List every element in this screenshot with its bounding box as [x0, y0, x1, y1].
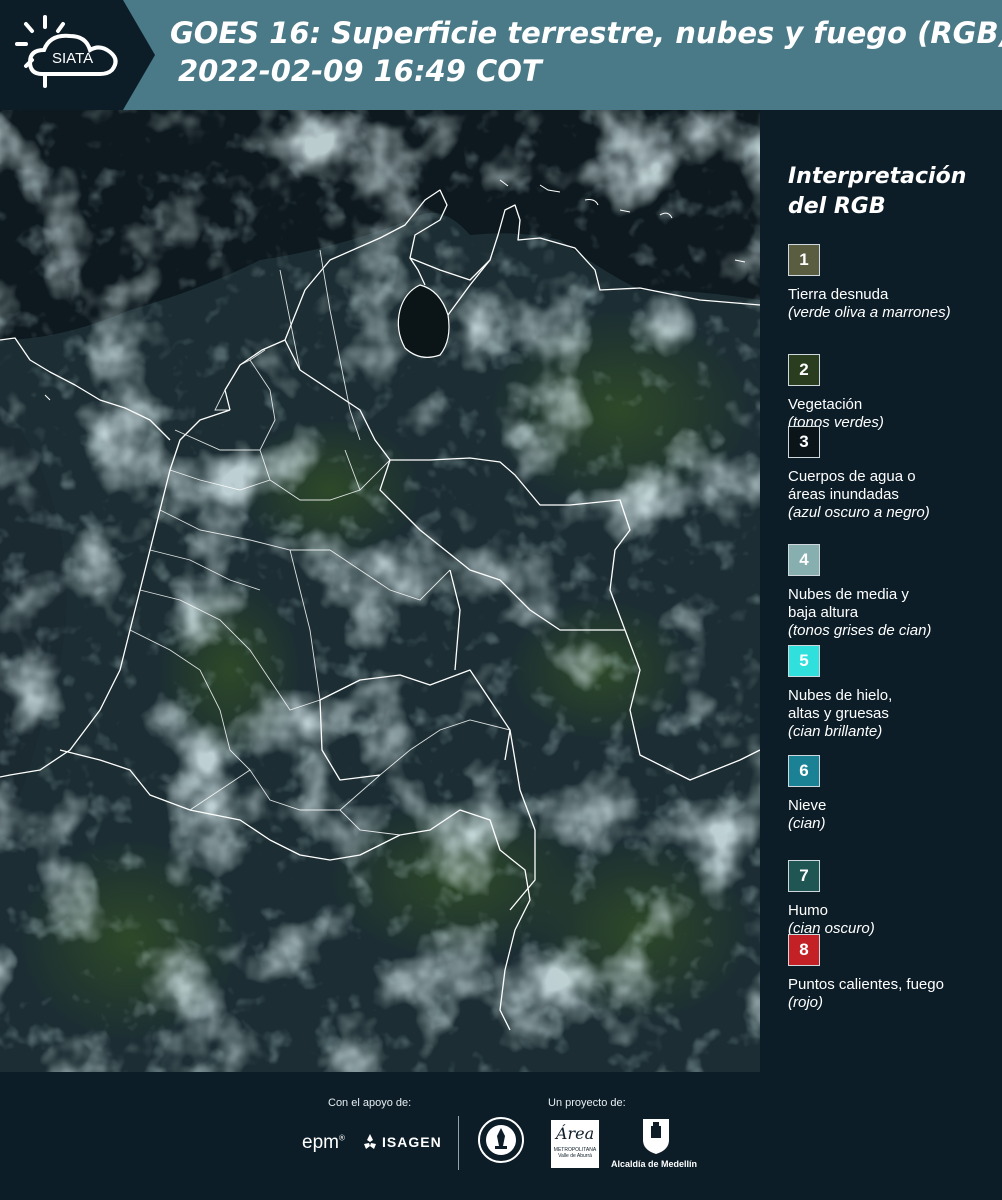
area-logo-sub2: Valle de Aburrá: [558, 1153, 592, 1159]
legend-description: (rojo): [788, 994, 824, 1011]
logo-text: SIATA: [52, 50, 93, 67]
legend-item: 5 Nubes de hielo, altas y gruesas (cian bri…: [788, 645, 998, 741]
legend-label-line: Cuerpos de agua o: [788, 468, 916, 485]
legend-title: Interpretación del RGB: [788, 162, 988, 222]
legend-label-line: Nieve: [788, 797, 827, 814]
legend-label-line: baja altura: [788, 604, 859, 621]
legend-label-line: Nubes de hielo,: [788, 687, 893, 704]
legend-label-line: Tierra desnuda: [788, 286, 889, 303]
epm-logo[interactable]: epm®: [302, 1132, 345, 1154]
legend-swatch: 5: [788, 645, 820, 677]
page-timestamp: 2022-02-09 16:49 COT: [178, 54, 542, 88]
isagen-logo[interactable]: ISAGEN: [360, 1132, 442, 1152]
legend-description: (cian): [788, 815, 826, 832]
legend-label-line: Nubes de media y: [788, 586, 909, 603]
legend-item: 7 Humo (cian oscuro): [788, 860, 998, 938]
legend-swatch: 4: [788, 544, 820, 576]
legend-label-line: altas y gruesas: [788, 705, 889, 722]
legend-swatch: 6: [788, 755, 820, 787]
legend-label: Tierra desnuda (verde oliva a marrones): [788, 286, 998, 322]
legend-label-line: áreas inundadas: [788, 486, 899, 503]
legend-label: Humo (cian oscuro): [788, 902, 998, 938]
footer: Con el apoyo de: Un proyecto de: epm® IS…: [0, 1072, 1002, 1200]
satellite-map[interactable]: [0, 110, 760, 1072]
legend-item: 6 Nieve (cian): [788, 755, 998, 833]
map-image: [0, 110, 760, 1072]
legend-label: Nieve (cian): [788, 797, 998, 833]
header: SIATA GOES 16: Superficie terrestre, nub…: [0, 0, 1002, 110]
legend-label: Puntos calientes, fuego (rojo): [788, 976, 998, 1012]
title-block: GOES 16: Superficie terrestre, nubes y f…: [170, 14, 1002, 90]
legend-label: Cuerpos de agua o áreas inundadas (azul os…: [788, 468, 998, 522]
legend-swatch: 3: [788, 426, 820, 458]
support-label: Con el apoyo de:: [328, 1097, 412, 1109]
legend-swatch: 2: [788, 354, 820, 386]
legend-label-line: Puntos calientes, fuego: [788, 976, 944, 993]
project-label: Un proyecto de:: [548, 1097, 626, 1109]
alcaldia-shield-icon[interactable]: [640, 1116, 672, 1156]
legend-label-line: Vegetación: [788, 396, 863, 413]
legend-swatch: 8: [788, 934, 820, 966]
legend-item: 8 Puntos calientes, fuego (rojo): [788, 934, 998, 1012]
legend-title-line2: del RGB: [788, 194, 886, 219]
legend-swatch: 1: [788, 244, 820, 276]
footer-divider: [458, 1116, 459, 1170]
legend-item: 4 Nubes de media y baja altura (tonos grise…: [788, 544, 998, 640]
area-metropolitana-logo[interactable]: Área METROPOLITANA Valle de Aburrá: [551, 1120, 599, 1168]
logo-panel-shape: SIATA: [0, 0, 155, 110]
page-title: GOES 16: Superficie terrestre, nubes y f…: [170, 16, 1002, 50]
isagen-mark-icon: [364, 1134, 376, 1149]
legend-description: (tonos grises de cian): [788, 622, 932, 639]
legend-label: Nubes de media y baja altura (tonos grises…: [788, 586, 998, 640]
area-logo-script: Área: [555, 1124, 595, 1143]
legend-panel: Interpretación del RGB 1 Tierra desnuda (v…: [760, 110, 1002, 1072]
isagen-logo-text: ISAGEN: [382, 1134, 442, 1150]
epm-logo-text: epm: [302, 1132, 339, 1153]
legend-description: (azul oscuro a negro): [788, 504, 930, 521]
seal-icon[interactable]: [477, 1116, 525, 1164]
legend-title-line1: Interpretación: [788, 164, 967, 189]
legend-swatch: 7: [788, 860, 820, 892]
legend-description: (verde oliva a marrones): [788, 304, 951, 321]
legend-item: 1 Tierra desnuda (verde oliva a marrones): [788, 244, 998, 322]
legend-item: 2 Vegetación (tonos verdes): [788, 354, 998, 432]
legend-description: (cian brillante): [788, 723, 883, 740]
siata-logo[interactable]: SIATA: [0, 0, 155, 110]
alcaldia-label: Alcaldía de Medellín: [611, 1159, 698, 1169]
legend-item: 3 Cuerpos de agua o áreas inundadas (azul o…: [788, 426, 998, 522]
legend-label: Nubes de hielo, altas y gruesas (cian bril…: [788, 687, 998, 741]
legend-label-line: Humo: [788, 902, 829, 919]
